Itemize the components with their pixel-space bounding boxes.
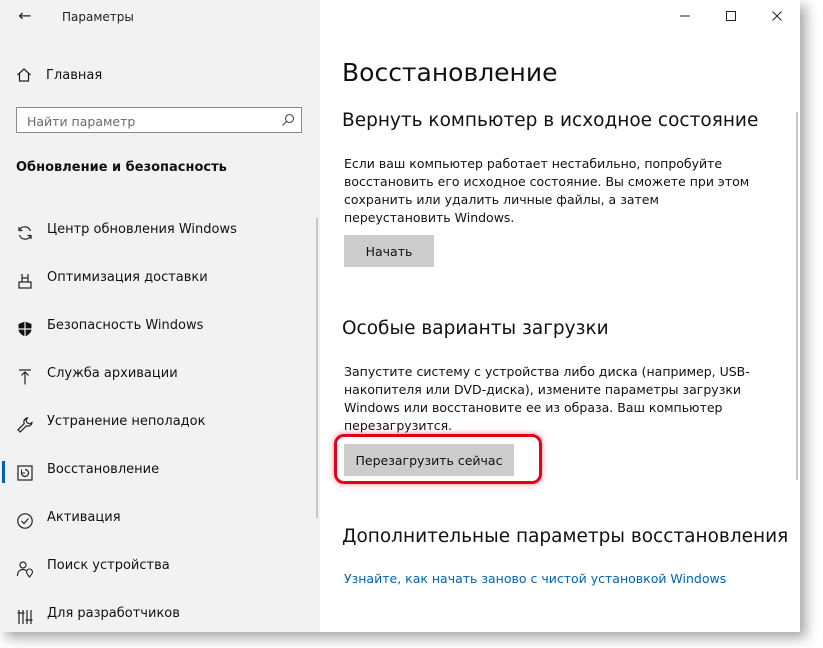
settings-window: ← Параметры Главная Обновление и безопас… <box>0 0 800 632</box>
sidebar-item-backup[interactable]: Служба архивации <box>0 352 320 400</box>
person-location-icon <box>16 560 34 578</box>
reset-heading: Вернуть компьютер в исходное состояние <box>342 110 759 131</box>
upload-arrow-icon <box>16 368 34 386</box>
advanced-startup-description: Запустите систему с устройства либо диск… <box>344 364 750 433</box>
reset-description: Если ваш компьютер работает нестабильно,… <box>344 156 750 225</box>
page-title: Восстановление <box>342 58 558 87</box>
developer-icon <box>16 608 34 626</box>
sidebar-item-windows-security[interactable]: Безопасность Windows <box>0 304 320 352</box>
search-box[interactable] <box>16 107 302 134</box>
section-title: Обновление и безопасность <box>16 160 227 175</box>
home-label: Главная <box>46 67 103 83</box>
sidebar-item-label: Служба архивации <box>47 366 178 381</box>
sidebar-item-label: Активация <box>47 510 121 525</box>
clean-install-link[interactable]: Узнайте, как начать заново с чистой уста… <box>344 571 726 586</box>
sync-icon <box>16 224 34 242</box>
app-title: Параметры <box>62 10 134 24</box>
home-icon <box>17 68 31 82</box>
delivery-icon <box>16 272 34 290</box>
sidebar-item-find-device[interactable]: Поиск устройства <box>0 544 320 592</box>
home-link[interactable]: Главная <box>16 64 102 86</box>
minimize-icon <box>680 15 690 17</box>
sidebar-item-label: Устранение неполадок <box>47 414 206 429</box>
sidebar-item-delivery-optimization[interactable]: Оптимизация доставки <box>0 256 320 304</box>
maximize-icon <box>726 11 736 21</box>
main-content: Восстановление Вернуть компьютер в исход… <box>320 0 800 632</box>
wrench-icon <box>16 416 34 434</box>
active-indicator <box>2 461 5 483</box>
sidebar-item-recovery[interactable]: Восстановление <box>0 448 320 496</box>
back-arrow-icon: ← <box>18 6 32 25</box>
sidebar-nav: Центр обновления Windows Оптимизация дос… <box>0 208 320 640</box>
sidebar-item-label: Восстановление <box>47 462 160 477</box>
more-recovery-options-heading: Дополнительные параметры восстановления <box>342 526 789 547</box>
search-icon[interactable] <box>281 113 295 127</box>
search-input[interactable] <box>17 108 279 134</box>
restore-icon <box>16 464 34 482</box>
main-scrollbar[interactable] <box>796 112 798 480</box>
back-button[interactable]: ← <box>14 5 36 27</box>
shield-icon <box>16 320 34 338</box>
restart-now-button[interactable]: Перезагрузить сейчас <box>344 444 514 476</box>
sidebar-item-windows-update[interactable]: Центр обновления Windows <box>0 208 320 256</box>
sidebar: ← Параметры Главная Обновление и безопас… <box>0 0 320 632</box>
window-controls <box>662 0 800 32</box>
close-icon <box>772 11 782 21</box>
maximize-button[interactable] <box>708 0 754 32</box>
check-circle-icon <box>16 512 34 530</box>
sidebar-item-label: Поиск устройства <box>47 558 170 573</box>
sidebar-item-label: Оптимизация доставки <box>47 270 208 285</box>
sidebar-scrollbar[interactable] <box>316 218 318 518</box>
sidebar-item-label: Для разработчиков <box>47 606 180 621</box>
minimize-button[interactable] <box>662 0 708 32</box>
sidebar-item-activation[interactable]: Активация <box>0 496 320 544</box>
sidebar-item-troubleshoot[interactable]: Устранение неполадок <box>0 400 320 448</box>
sidebar-item-developers[interactable]: Для разработчиков <box>0 592 320 640</box>
advanced-startup-heading: Особые варианты загрузки <box>342 318 609 339</box>
sidebar-item-label: Безопасность Windows <box>47 318 204 333</box>
sidebar-item-label: Центр обновления Windows <box>47 222 237 237</box>
close-button[interactable] <box>754 0 800 32</box>
reset-start-button[interactable]: Начать <box>344 235 434 267</box>
